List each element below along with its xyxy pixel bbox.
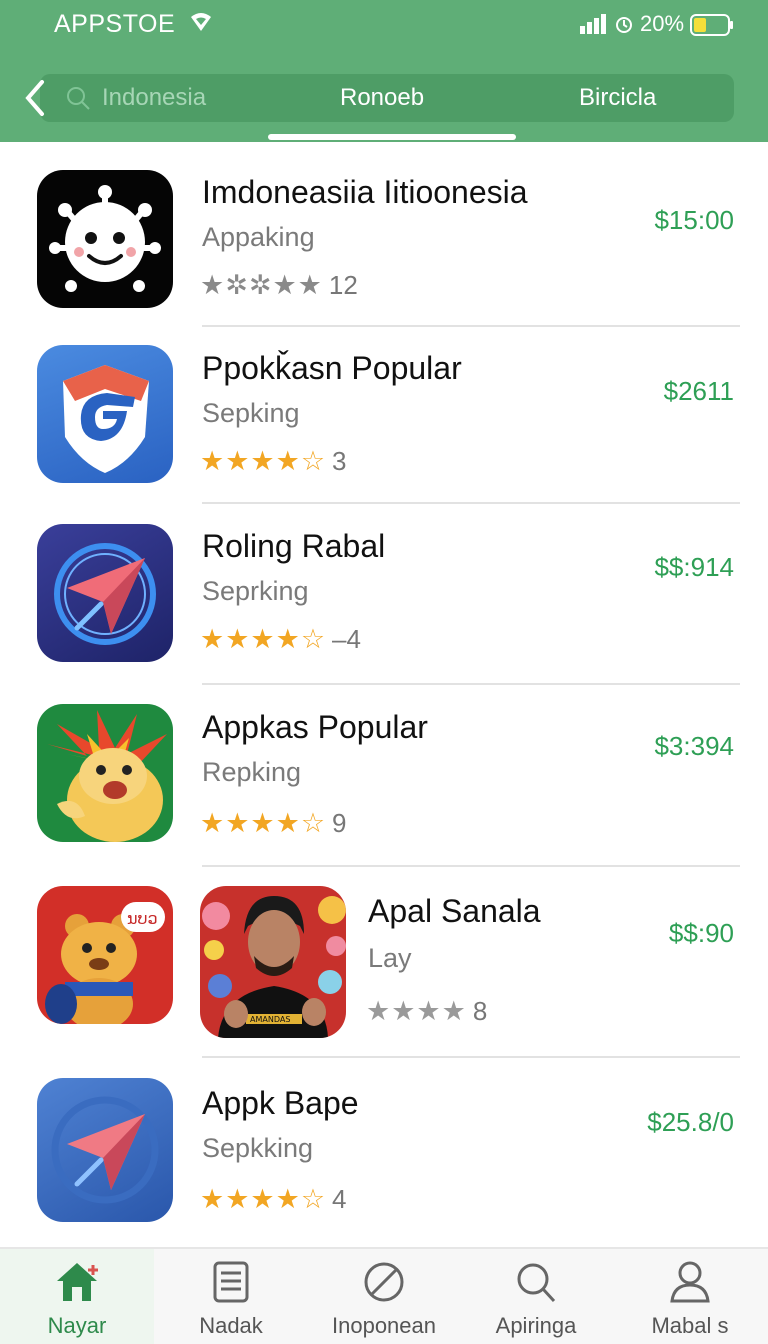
rating-stars: ★★★★: [366, 995, 467, 1026]
nav-label: Nadak: [199, 1313, 263, 1338]
price-button[interactable]: $15:00: [654, 205, 734, 236]
app-title: Appkas Popular: [202, 709, 428, 745]
app-title: Roling Rabal: [202, 528, 386, 564]
paper-plane-icon[interactable]: [37, 524, 173, 662]
profile-icon: [670, 1261, 710, 1303]
divider: [202, 502, 740, 504]
nav-label: Nayar: [47, 1313, 107, 1338]
app-title: Appk Bape: [202, 1085, 359, 1121]
price-button[interactable]: $$:914: [654, 552, 734, 583]
bear-mascot-icon[interactable]: ນບວ: [37, 886, 173, 1024]
newspaper-icon: [213, 1261, 249, 1303]
divider: [202, 325, 740, 327]
nav-item-mabals[interactable]: Mabal s: [612, 1249, 768, 1344]
rating-stars: ★✲✲★★: [200, 269, 323, 300]
price-button[interactable]: $2611: [664, 376, 734, 407]
tab-ronoeb[interactable]: Ronoeb: [340, 84, 424, 112]
app-rating: ★★★★☆ 4: [200, 1184, 347, 1214]
price-button[interactable]: $$:90: [669, 918, 734, 949]
app-category: Repking: [202, 757, 302, 787]
status-bar: APPSTOE 20%: [0, 0, 768, 50]
divider: [202, 683, 740, 685]
app-title: Ppokǩasn Popular: [202, 350, 462, 386]
rating-stars: ★★★★☆: [200, 807, 327, 838]
bottom-nav: Nayar Nadak Inoponean Apiringa Mabal s: [0, 1247, 768, 1344]
app-rating: ★★★★☆ 3: [200, 446, 347, 476]
price-button[interactable]: $25.8/0: [647, 1107, 734, 1138]
person-photo-icon[interactable]: AMANDAS: [200, 886, 346, 1038]
nav-label: Mabal s: [651, 1313, 729, 1338]
divider: [202, 865, 740, 867]
app-rating: ★★★★☆ 9: [200, 808, 347, 838]
nav-label: Inoponean: [332, 1313, 436, 1338]
search-icon[interactable]: [64, 84, 94, 114]
virus-face-icon[interactable]: [37, 170, 173, 308]
rating-count: –4: [332, 623, 361, 654]
shirt-text: AMANDAS: [250, 1015, 290, 1024]
blocked-icon: [364, 1262, 404, 1302]
lion-mascot-icon[interactable]: [37, 704, 173, 842]
home-icon: [57, 1263, 98, 1301]
rating-stars: ★★★★☆: [200, 445, 327, 476]
rating-stars: ★★★★☆: [200, 623, 327, 654]
app-rating: ★✲✲★★ 12: [200, 270, 358, 300]
app-rating: ★★★★ 8: [366, 996, 487, 1026]
battery-percent: 20%: [640, 11, 685, 36]
paper-plane-icon[interactable]: [37, 1078, 173, 1222]
app-category: Lay: [368, 943, 412, 973]
signal-icon: [580, 14, 606, 34]
rating-count: 3: [332, 445, 347, 476]
app-header: APPSTOE 20% Indonesia Ronoeb Bircicla: [0, 0, 768, 142]
app-name: APPSTOE: [54, 10, 176, 38]
wifi-icon: [191, 13, 211, 31]
app-rating: ★★★★☆ –4: [200, 624, 361, 654]
battery-icon: [690, 14, 733, 36]
rating-count: 12: [328, 269, 358, 300]
price-button[interactable]: $3:394: [654, 731, 734, 762]
badge-text: ນບວ: [127, 909, 158, 928]
rating-count: 8: [472, 995, 488, 1026]
tab-indonesia[interactable]: Indonesia: [102, 84, 206, 112]
app-category: Seprking: [202, 576, 309, 606]
app-category: Sepking: [202, 398, 300, 428]
app-category: Appaking: [202, 222, 315, 252]
rating-stars: ★★★★☆: [200, 1183, 327, 1214]
tab-bircicla[interactable]: Bircicla: [579, 84, 656, 112]
back-arrow-icon[interactable]: [20, 78, 50, 118]
search-icon: [517, 1263, 556, 1303]
nav-item-apiringa[interactable]: Apiringa: [460, 1249, 612, 1344]
nav-item-nayar[interactable]: Nayar: [0, 1249, 154, 1344]
app-title: Imdoneasiia Iitioonesia: [202, 174, 528, 210]
tab-indicator: [268, 134, 516, 140]
nav-item-nadak[interactable]: Nadak: [154, 1249, 308, 1344]
app-category: Sepkking: [202, 1133, 314, 1163]
alarm-icon: [616, 17, 632, 33]
app-title: Apal Sanala: [368, 893, 541, 929]
nav-label: Apiringa: [495, 1313, 577, 1338]
rating-count: 9: [332, 807, 347, 838]
nav-item-inoponean[interactable]: Inoponean: [308, 1249, 460, 1344]
divider: [202, 1056, 740, 1058]
rating-count: 4: [332, 1183, 347, 1214]
g-logo-icon[interactable]: [37, 345, 173, 483]
